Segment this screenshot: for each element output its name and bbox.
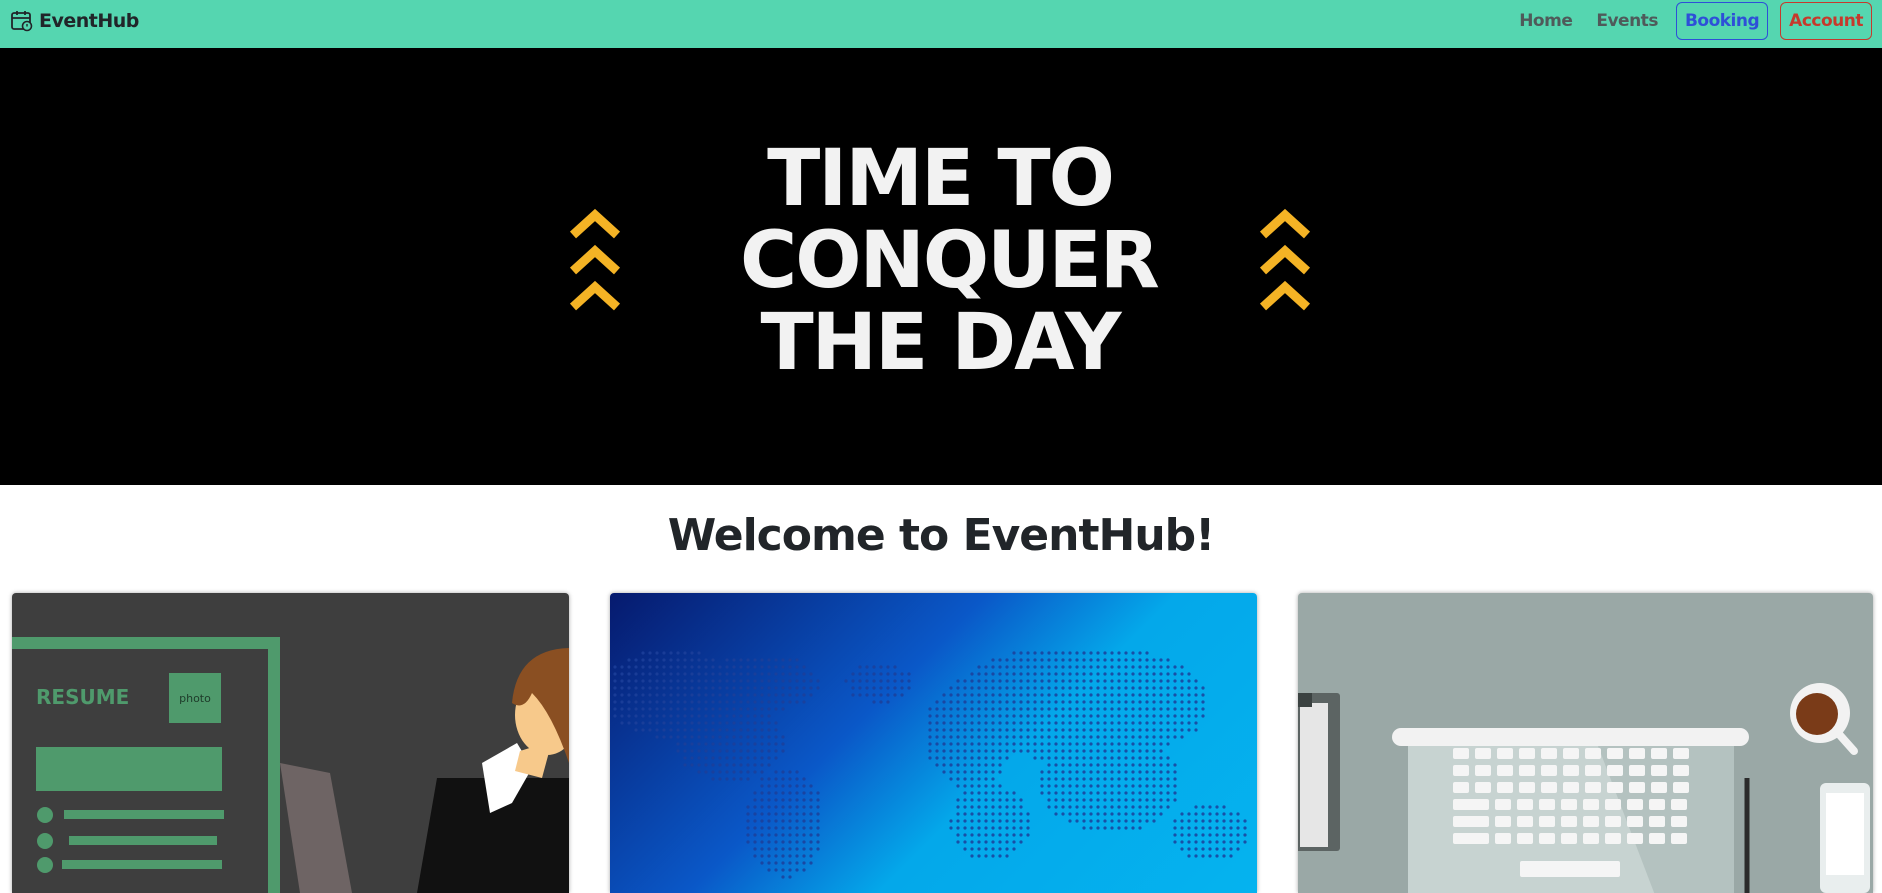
hero-line: THE DAY [760,298,1121,388]
hero-line: TIME TO [767,134,1115,224]
brand[interactable]: EventHub [10,9,139,33]
event-card-resume[interactable]: RESUME photo [12,593,569,893]
chevron-up-icon [1259,208,1311,311]
nav-links: Home Events Booking Account [1513,2,1872,40]
photo-label: photo [179,692,211,705]
resume-illustration: RESUME photo [12,637,569,893]
hero-banner: TIME TO CONQUER THE DAY [0,48,1882,485]
event-card-world[interactable] [610,593,1257,893]
hero-line: CONQUER [740,216,1160,306]
resume-title: RESUME [36,685,129,709]
chevron-up-icon [569,208,621,311]
account-button[interactable]: Account [1780,2,1872,40]
workspace-illustration [1298,683,1870,893]
calendar-icon [11,11,33,32]
world-map-illustration [613,651,1247,879]
nav-link-home[interactable]: Home [1513,11,1578,31]
brand-name: EventHub [39,10,139,32]
page-title: Welcome to EventHub! [667,510,1215,561]
nav-link-events[interactable]: Events [1590,11,1664,31]
event-card-workspace[interactable] [1298,593,1873,893]
navbar: EventHub Home Events Booking Account [0,0,1882,48]
booking-button[interactable]: Booking [1675,2,1769,40]
hero-headline: TIME TO CONQUER THE DAY [740,134,1160,388]
